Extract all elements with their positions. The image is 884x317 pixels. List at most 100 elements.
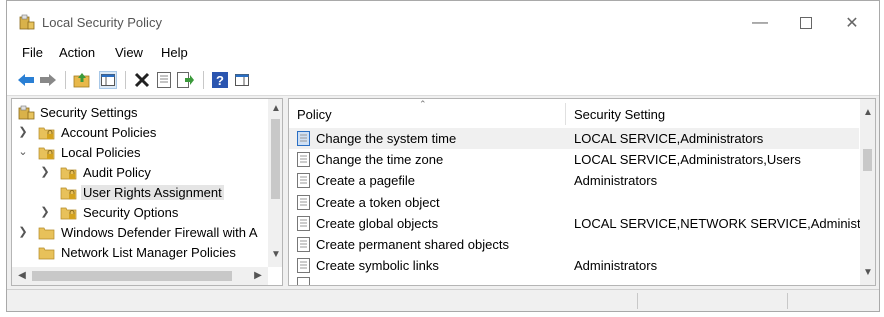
close-button[interactable]: ✕ [829, 9, 875, 37]
show-hide-console-tree-button[interactable] [99, 71, 117, 89]
export-list-icon [177, 72, 194, 88]
back-button[interactable] [17, 71, 35, 89]
table-row[interactable]: Change the system time LOCAL SERVICE,Admi… [289, 128, 859, 149]
chevron-right-icon[interactable]: ❯ [18, 225, 28, 239]
up-one-level-button[interactable] [73, 71, 91, 89]
app-window: Local Security Policy — ✕ File Action Vi… [6, 0, 880, 312]
tree-item-security-settings[interactable]: Security Settings [12, 103, 270, 123]
table-row[interactable]: Create global objects LOCAL SERVICE,NETWO… [289, 213, 875, 234]
menu-help[interactable]: Help [157, 45, 192, 60]
column-header-label: Policy [297, 107, 332, 122]
table-row[interactable]: Create a token object [289, 192, 859, 213]
security-setting-value: LOCAL SERVICE,Administrators,Users [574, 152, 801, 168]
scrollbar-thumb[interactable] [863, 149, 872, 171]
policy-icon [297, 194, 310, 210]
toolbar-separator [203, 71, 204, 89]
scroll-down-icon[interactable]: ▼ [268, 249, 282, 260]
export-list-button[interactable] [177, 71, 195, 89]
policy-name: Create global objects [316, 215, 439, 231]
tree-item-label: Network List Manager Policies [61, 245, 236, 260]
tree-item-label: Audit Policy [83, 165, 151, 180]
back-arrow-icon [18, 74, 34, 86]
scroll-left-icon[interactable]: ◀ [14, 270, 30, 281]
close-icon: ✕ [845, 15, 859, 32]
list-row-partial[interactable] [289, 274, 859, 285]
security-setting-value: Administrators [574, 173, 658, 189]
maximize-button[interactable] [783, 9, 829, 37]
delete-button[interactable] [133, 71, 151, 89]
help-button[interactable]: ? [211, 71, 229, 89]
policy-selected-icon [297, 131, 310, 146]
tree-item-label: Security Settings [40, 105, 138, 120]
menu-view[interactable]: View [111, 45, 147, 60]
tree-item-audit-policy[interactable]: ❯ Audit Policy [12, 163, 270, 183]
policy-name: Create a pagefile [316, 173, 416, 189]
show-hide-action-pane-button[interactable] [233, 71, 251, 89]
folder-icon [38, 227, 55, 240]
tree-item-label: User Rights Assignment [81, 185, 224, 200]
column-header-security-setting[interactable]: Security Setting [566, 99, 866, 127]
chevron-right-icon[interactable]: ❯ [40, 165, 50, 179]
chevron-right-icon[interactable]: ❯ [40, 205, 50, 219]
tree-item-local-policies[interactable]: ⌄ Local Policies [12, 143, 270, 163]
folder-icon [38, 247, 55, 260]
column-header-policy[interactable]: Policy ⌃ [289, 99, 565, 127]
list-vertical-scrollbar[interactable]: ▲ ▼ [860, 99, 875, 285]
scroll-down-icon[interactable]: ▼ [860, 267, 875, 278]
sort-ascending-icon: ⌃ [419, 99, 427, 109]
table-row[interactable]: Create a pagefile Administrators [289, 170, 859, 191]
tree-item-network-list-manager-policies[interactable]: Network List Manager Policies [12, 243, 270, 263]
security-settings-icon [18, 105, 35, 120]
security-setting-value: LOCAL SERVICE,Administrators [574, 131, 764, 146]
policy-icon [297, 152, 310, 168]
policy-name: Create symbolic links [316, 258, 439, 274]
help-icon: ? [212, 72, 228, 88]
tree-item-windows-defender-firewall[interactable]: ❯ Windows Defender Firewall with A [12, 223, 270, 243]
status-bar-divider [637, 293, 638, 309]
tree-horizontal-scrollbar[interactable]: ◀ ▶ [12, 267, 268, 285]
table-row[interactable]: Create permanent shared objects [289, 234, 859, 255]
tree-item-account-policies[interactable]: ❯ Account Policies [12, 123, 270, 143]
forward-arrow-icon [40, 74, 56, 86]
policy-icon [297, 277, 310, 285]
svg-text:?: ? [216, 73, 224, 88]
policy-icon [297, 258, 310, 274]
locked-folder-icon [38, 147, 55, 160]
maximize-icon [800, 17, 812, 29]
table-row[interactable]: Change the time zone LOCAL SERVICE,Admini… [289, 149, 859, 170]
show-hide-tree-icon [101, 74, 115, 86]
policy-icon [297, 237, 310, 252]
properties-icon [157, 72, 171, 88]
security-policy-app-icon [19, 14, 35, 30]
up-folder-icon [73, 73, 90, 88]
toolbar-separator [125, 71, 126, 89]
tree-vertical-scrollbar[interactable]: ▲ ▼ [268, 99, 282, 267]
scrollbar-thumb[interactable] [271, 119, 280, 199]
scroll-up-icon[interactable]: ▲ [268, 103, 282, 114]
column-header-label: Security Setting [574, 107, 666, 122]
tree-item-label: Account Policies [61, 125, 157, 140]
menu-action[interactable]: Action [55, 45, 99, 60]
minimize-icon: — [752, 14, 768, 31]
policy-name: Change the system time [316, 131, 457, 146]
scroll-right-icon[interactable]: ▶ [250, 270, 266, 281]
status-bar [7, 289, 879, 311]
chevron-right-icon[interactable]: ❯ [18, 125, 28, 139]
chevron-down-icon[interactable]: ⌄ [18, 145, 28, 159]
tree-item-label: Security Options [83, 205, 179, 220]
properties-button[interactable] [155, 71, 173, 89]
toolbar-separator [65, 71, 66, 89]
forward-button[interactable] [39, 71, 57, 89]
show-hide-action-pane-icon [235, 74, 249, 86]
tree-item-security-options[interactable]: ❯ Security Options [12, 203, 270, 223]
minimize-button[interactable]: — [737, 9, 783, 37]
scroll-up-icon[interactable]: ▲ [860, 107, 875, 118]
menu-file[interactable]: File [18, 45, 47, 60]
policy-name: Change the time zone [316, 152, 444, 168]
tree-item-user-rights-assignment[interactable]: User Rights Assignment [12, 183, 270, 203]
locked-folder-icon [60, 207, 77, 220]
locked-folder-icon [60, 167, 77, 180]
locked-folder-icon [60, 187, 77, 200]
scrollbar-thumb[interactable] [32, 271, 232, 281]
policy-icon [297, 215, 310, 231]
